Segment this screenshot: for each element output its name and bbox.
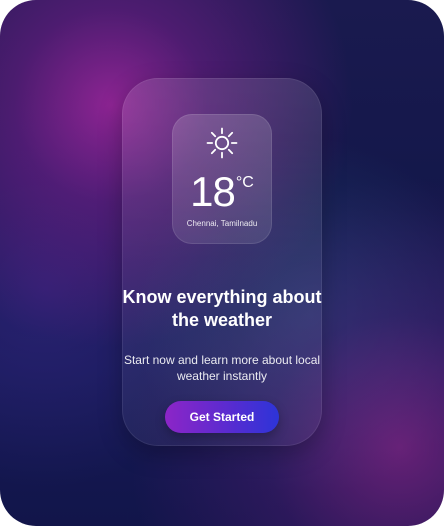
temperature-value: 18 (190, 168, 236, 215)
get-started-button[interactable]: Get Started (165, 401, 279, 433)
subtext: Start now and learn more about local wea… (123, 353, 321, 383)
headline: Know everything about the weather (122, 287, 322, 330)
temperature-unit: °C (235, 174, 254, 191)
sun-icon (205, 126, 239, 160)
app-screen: 18 °C Chennai, Tamilnadu Know everything… (0, 0, 444, 526)
location-label: Chennai, Tamilnadu (186, 219, 258, 228)
temperature-display: 18 °C (187, 168, 257, 218)
